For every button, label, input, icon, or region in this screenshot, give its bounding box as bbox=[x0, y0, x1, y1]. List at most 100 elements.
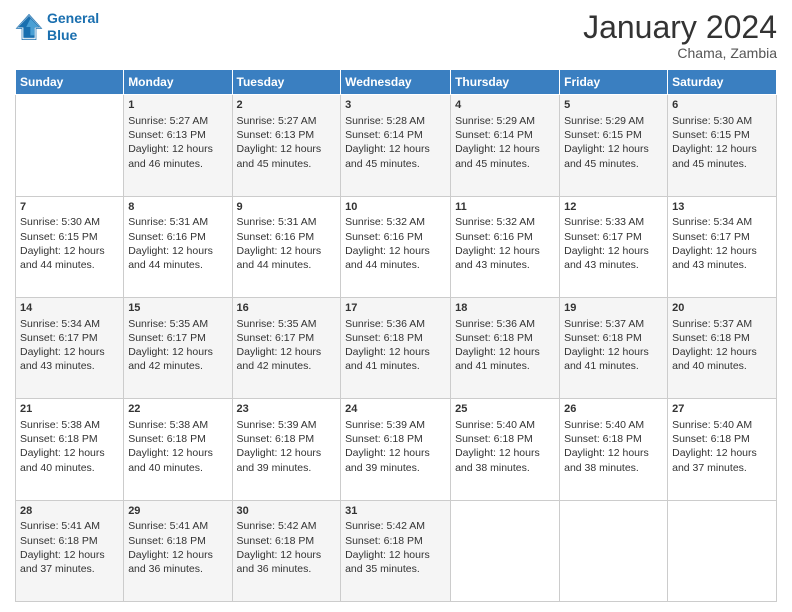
day-info-line: and 45 minutes. bbox=[672, 157, 772, 171]
day-info-line: Sunrise: 5:36 AM bbox=[455, 317, 555, 331]
day-info-line: and 44 minutes. bbox=[20, 258, 119, 272]
day-info-line: Daylight: 12 hours bbox=[455, 345, 555, 359]
day-info-line: Sunrise: 5:40 AM bbox=[672, 418, 772, 432]
logo-icon bbox=[15, 13, 43, 41]
day-info-line: and 36 minutes. bbox=[237, 562, 337, 576]
day-info-line: Sunrise: 5:35 AM bbox=[237, 317, 337, 331]
day-info-line: Sunset: 6:18 PM bbox=[455, 331, 555, 345]
day-number: 22 bbox=[128, 402, 227, 417]
day-info-line: Daylight: 12 hours bbox=[345, 548, 446, 562]
day-info-line: Sunrise: 5:38 AM bbox=[20, 418, 119, 432]
day-number: 7 bbox=[20, 200, 119, 215]
day-number: 15 bbox=[128, 301, 227, 316]
day-info-line: Sunrise: 5:31 AM bbox=[237, 215, 337, 229]
calendar-cell: 27Sunrise: 5:40 AMSunset: 6:18 PMDayligh… bbox=[668, 399, 777, 500]
day-info-line: Sunset: 6:18 PM bbox=[20, 432, 119, 446]
day-info-line: Sunrise: 5:40 AM bbox=[564, 418, 663, 432]
day-number: 19 bbox=[564, 301, 663, 316]
day-info-line: and 36 minutes. bbox=[128, 562, 227, 576]
day-number: 14 bbox=[20, 301, 119, 316]
day-info-line: Sunrise: 5:37 AM bbox=[672, 317, 772, 331]
week-row-1: 7Sunrise: 5:30 AMSunset: 6:15 PMDaylight… bbox=[16, 196, 777, 297]
day-info-line: Sunrise: 5:31 AM bbox=[128, 215, 227, 229]
week-row-3: 21Sunrise: 5:38 AMSunset: 6:18 PMDayligh… bbox=[16, 399, 777, 500]
day-info-line: Sunset: 6:18 PM bbox=[345, 432, 446, 446]
day-number: 29 bbox=[128, 504, 227, 519]
day-number: 30 bbox=[237, 504, 337, 519]
calendar-cell: 30Sunrise: 5:42 AMSunset: 6:18 PMDayligh… bbox=[232, 500, 341, 601]
calendar-cell: 21Sunrise: 5:38 AMSunset: 6:18 PMDayligh… bbox=[16, 399, 124, 500]
day-info-line: Sunset: 6:16 PM bbox=[455, 230, 555, 244]
day-info-line: and 43 minutes. bbox=[455, 258, 555, 272]
day-info-line: Sunset: 6:18 PM bbox=[20, 534, 119, 548]
day-info-line: and 45 minutes. bbox=[345, 157, 446, 171]
day-number: 18 bbox=[455, 301, 555, 316]
day-info-line: Sunset: 6:18 PM bbox=[237, 432, 337, 446]
day-info-line: Sunrise: 5:32 AM bbox=[455, 215, 555, 229]
day-info-line: Sunrise: 5:40 AM bbox=[455, 418, 555, 432]
header: General Blue January 2024 Chama, Zambia bbox=[15, 10, 777, 61]
day-info-line: Daylight: 12 hours bbox=[564, 446, 663, 460]
day-info-line: Daylight: 12 hours bbox=[237, 548, 337, 562]
day-info-line: and 37 minutes. bbox=[672, 461, 772, 475]
day-info-line: Daylight: 12 hours bbox=[237, 142, 337, 156]
calendar-cell: 20Sunrise: 5:37 AMSunset: 6:18 PMDayligh… bbox=[668, 297, 777, 398]
day-info-line: Sunset: 6:18 PM bbox=[128, 432, 227, 446]
header-cell-monday: Monday bbox=[124, 70, 232, 95]
day-info-line: Sunrise: 5:42 AM bbox=[237, 519, 337, 533]
day-number: 1 bbox=[128, 98, 227, 113]
day-info-line: Sunrise: 5:37 AM bbox=[564, 317, 663, 331]
day-info-line: Daylight: 12 hours bbox=[20, 345, 119, 359]
day-info-line: Daylight: 12 hours bbox=[345, 345, 446, 359]
day-info-line: and 44 minutes. bbox=[345, 258, 446, 272]
day-number: 23 bbox=[237, 402, 337, 417]
calendar-cell: 4Sunrise: 5:29 AMSunset: 6:14 PMDaylight… bbox=[451, 95, 560, 196]
day-info-line: Sunset: 6:16 PM bbox=[237, 230, 337, 244]
day-info-line: Daylight: 12 hours bbox=[128, 244, 227, 258]
subtitle: Chama, Zambia bbox=[583, 45, 777, 61]
day-info-line: Daylight: 12 hours bbox=[455, 142, 555, 156]
logo-general: General bbox=[47, 10, 99, 26]
day-info-line: Sunset: 6:13 PM bbox=[128, 128, 227, 142]
day-number: 10 bbox=[345, 200, 446, 215]
day-info-line: Daylight: 12 hours bbox=[128, 548, 227, 562]
day-info-line: Sunset: 6:15 PM bbox=[672, 128, 772, 142]
calendar-cell: 3Sunrise: 5:28 AMSunset: 6:14 PMDaylight… bbox=[341, 95, 451, 196]
day-info-line: and 42 minutes. bbox=[128, 359, 227, 373]
day-number: 4 bbox=[455, 98, 555, 113]
calendar-body: 1Sunrise: 5:27 AMSunset: 6:13 PMDaylight… bbox=[16, 95, 777, 602]
calendar-cell: 1Sunrise: 5:27 AMSunset: 6:13 PMDaylight… bbox=[124, 95, 232, 196]
logo-blue: Blue bbox=[47, 27, 77, 43]
day-info-line: and 46 minutes. bbox=[128, 157, 227, 171]
calendar-cell: 22Sunrise: 5:38 AMSunset: 6:18 PMDayligh… bbox=[124, 399, 232, 500]
day-info-line: Sunset: 6:18 PM bbox=[237, 534, 337, 548]
day-info-line: Daylight: 12 hours bbox=[128, 345, 227, 359]
day-info-line: Daylight: 12 hours bbox=[20, 548, 119, 562]
day-info-line: Daylight: 12 hours bbox=[564, 142, 663, 156]
day-info-line: Sunrise: 5:29 AM bbox=[455, 114, 555, 128]
day-info-line: Sunrise: 5:41 AM bbox=[20, 519, 119, 533]
day-number: 26 bbox=[564, 402, 663, 417]
day-info-line: Sunset: 6:18 PM bbox=[455, 432, 555, 446]
day-info-line: Daylight: 12 hours bbox=[564, 345, 663, 359]
day-info-line: Sunset: 6:17 PM bbox=[237, 331, 337, 345]
main-title: January 2024 bbox=[583, 10, 777, 45]
day-number: 3 bbox=[345, 98, 446, 113]
calendar-cell: 19Sunrise: 5:37 AMSunset: 6:18 PMDayligh… bbox=[560, 297, 668, 398]
day-info-line: Sunset: 6:16 PM bbox=[128, 230, 227, 244]
day-info-line: Daylight: 12 hours bbox=[345, 244, 446, 258]
day-info-line: Sunset: 6:18 PM bbox=[345, 534, 446, 548]
calendar-table: SundayMondayTuesdayWednesdayThursdayFrid… bbox=[15, 69, 777, 602]
calendar-cell: 17Sunrise: 5:36 AMSunset: 6:18 PMDayligh… bbox=[341, 297, 451, 398]
week-row-0: 1Sunrise: 5:27 AMSunset: 6:13 PMDaylight… bbox=[16, 95, 777, 196]
logo: General Blue bbox=[15, 10, 99, 44]
day-number: 16 bbox=[237, 301, 337, 316]
day-info-line: Sunrise: 5:38 AM bbox=[128, 418, 227, 432]
calendar-cell: 7Sunrise: 5:30 AMSunset: 6:15 PMDaylight… bbox=[16, 196, 124, 297]
calendar-cell: 6Sunrise: 5:30 AMSunset: 6:15 PMDaylight… bbox=[668, 95, 777, 196]
day-info-line: and 43 minutes. bbox=[564, 258, 663, 272]
day-info-line: and 45 minutes. bbox=[564, 157, 663, 171]
day-info-line: Daylight: 12 hours bbox=[237, 345, 337, 359]
day-info-line: Sunrise: 5:30 AM bbox=[672, 114, 772, 128]
day-info-line: and 42 minutes. bbox=[237, 359, 337, 373]
